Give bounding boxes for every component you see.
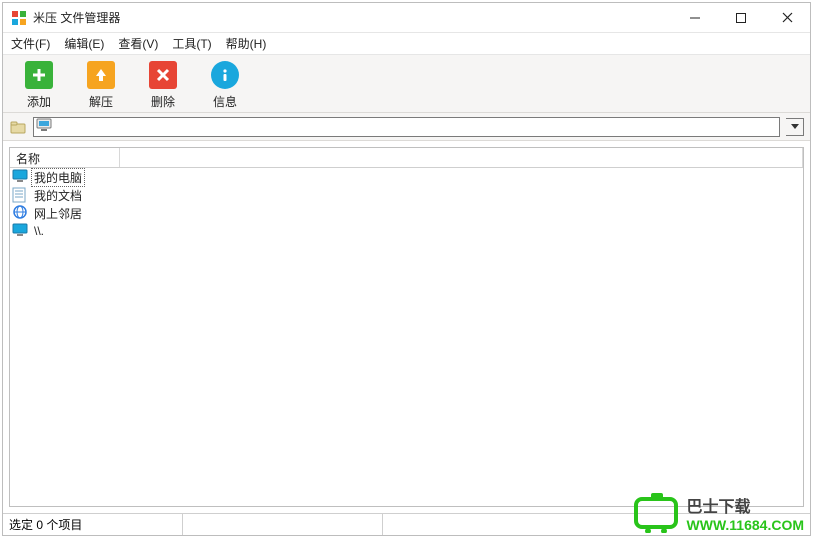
status-cell-2 [183,514,383,535]
file-row[interactable]: 网上邻居 [10,204,803,222]
doc-icon [12,187,28,203]
status-bar: 选定 0 个项目 [3,513,810,535]
extract-button[interactable]: 解压 [81,61,121,110]
app-window: 米压 文件管理器 文件(F) 编辑(E) 查看(V) 工具(T) 帮助(H) 添… [2,2,811,536]
toolbar: 添加 解压 删除 信息 [3,55,810,113]
window-title: 米压 文件管理器 [33,9,120,26]
folder-up-icon[interactable] [9,118,27,136]
info-label: 信息 [213,93,237,110]
menu-view[interactable]: 查看(V) [114,35,162,52]
file-list[interactable]: 我的电脑我的文档网上邻居 \\. [10,168,803,506]
add-button[interactable]: 添加 [19,61,59,110]
file-label: 我的文档 [32,187,84,204]
title-bar: 米压 文件管理器 [3,3,810,33]
status-selection: 选定 0 个项目 [3,514,183,535]
x-icon [149,61,177,89]
file-label: 我的电脑 [32,169,84,186]
menu-help[interactable]: 帮助(H) [222,35,271,52]
menu-file[interactable]: 文件(F) [7,35,54,52]
info-button[interactable]: 信息 [205,61,245,110]
menu-tools[interactable]: 工具(T) [168,35,215,52]
status-cell-3 [383,514,810,535]
minimize-button[interactable] [672,3,718,33]
computer-icon [36,118,52,135]
file-list-panel: 名称 我的电脑我的文档网上邻居 \\. [9,147,804,507]
info-icon [211,61,239,89]
path-input[interactable] [56,119,777,135]
monitor-icon [12,169,28,185]
file-label: 网上邻居 [32,205,84,222]
column-spacer [120,148,803,167]
address-bar [3,113,810,141]
network-icon [12,205,28,221]
file-label: \\. [32,224,46,238]
column-name[interactable]: 名称 [10,148,120,167]
maximize-button[interactable] [718,3,764,33]
arrow-up-icon [87,61,115,89]
path-dropdown-button[interactable] [786,118,804,136]
file-row[interactable]: 我的文档 [10,186,803,204]
column-header-row: 名称 [10,148,803,168]
delete-button[interactable]: 删除 [143,61,183,110]
menu-bar: 文件(F) 编辑(E) 查看(V) 工具(T) 帮助(H) [3,33,810,55]
add-label: 添加 [27,93,51,110]
monitor-icon [12,223,28,239]
file-row[interactable]: \\. [10,222,803,240]
window-controls [672,3,810,33]
app-icon [11,10,27,26]
path-field-container [33,117,780,137]
extract-label: 解压 [89,93,113,110]
menu-edit[interactable]: 编辑(E) [60,35,108,52]
plus-icon [25,61,53,89]
delete-label: 删除 [151,93,175,110]
file-row[interactable]: 我的电脑 [10,168,803,186]
close-button[interactable] [764,3,810,33]
